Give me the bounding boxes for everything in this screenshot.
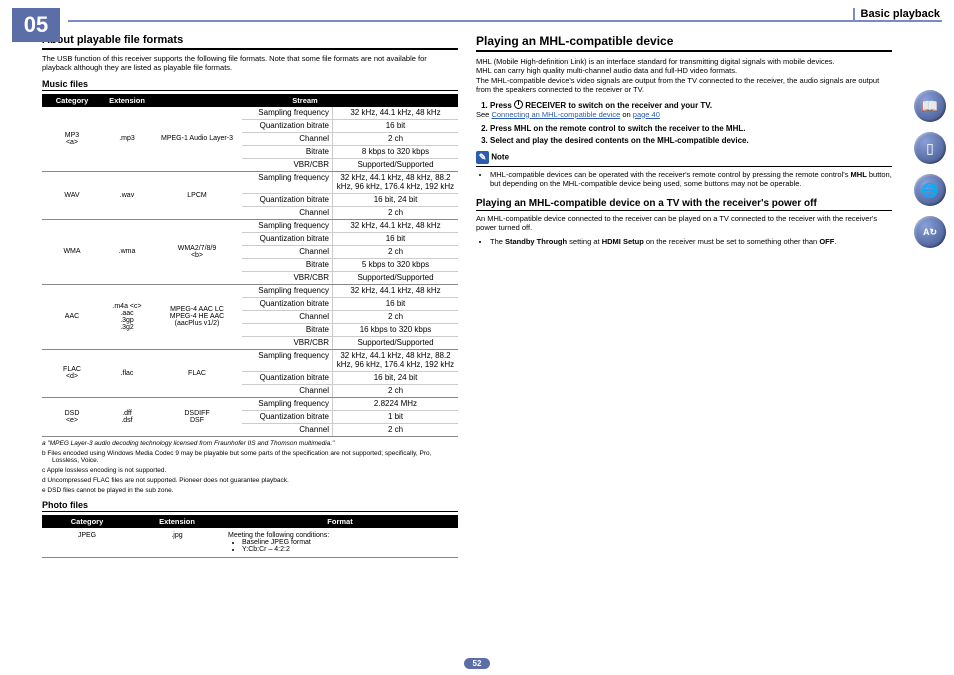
heading-music-files: Music files bbox=[42, 79, 458, 91]
photo-table-row: JPEG .jpg Meeting the following conditio… bbox=[42, 528, 458, 558]
footnotes: a "MPEG Layer-3 audio decoding technolog… bbox=[42, 440, 458, 494]
section-title: Basic playback bbox=[853, 8, 943, 20]
chapter-number: 05 bbox=[12, 8, 60, 42]
globe-icon[interactable]: 🌐 bbox=[914, 174, 946, 206]
heading-about-formats: About playable file formats bbox=[42, 34, 458, 50]
device-icon[interactable]: ▯ bbox=[914, 132, 946, 164]
book-icon[interactable]: 📖 bbox=[914, 90, 946, 122]
heading-mhl: Playing an MHL-compatible device bbox=[476, 34, 892, 52]
step-3: Select and play the desired contents on … bbox=[490, 136, 892, 145]
arc-icon[interactable]: A↻ bbox=[914, 216, 946, 248]
note-bullet: MHL-compatible devices can be operated w… bbox=[490, 170, 892, 188]
note-header: ✎ Note bbox=[476, 151, 892, 167]
heading-photo-files: Photo files bbox=[42, 500, 458, 512]
music-table-header: Category Extension Stream bbox=[42, 94, 458, 107]
photo-table-header: Category Extension Format bbox=[42, 515, 458, 528]
step-1: Press RECEIVER to switch on the receiver… bbox=[490, 100, 892, 119]
link-connecting-mhl[interactable]: Connecting an MHL-compatible device bbox=[491, 110, 620, 119]
sidebar-icons: 📖 ▯ 🌐 A↻ bbox=[914, 90, 946, 248]
power-icon bbox=[514, 100, 523, 109]
standby-bullet: The Standby Through setting at HDMI Setu… bbox=[490, 237, 892, 246]
heading-mhl-power-off: Playing an MHL-compatible device on a TV… bbox=[476, 198, 892, 211]
link-page-40[interactable]: page 40 bbox=[633, 110, 660, 119]
page-number: 52 bbox=[464, 658, 490, 669]
note-icon: ✎ bbox=[476, 151, 489, 164]
intro-text: The USB function of this receiver suppor… bbox=[42, 54, 458, 73]
step-2: Press MHL on the remote control to switc… bbox=[490, 124, 892, 133]
right-column: Playing an MHL-compatible device MHL (Mo… bbox=[476, 34, 892, 654]
left-column: About playable file formats The USB func… bbox=[42, 34, 458, 654]
music-table-body: MP3 <a>.mp3MPEG-1 Audio Layer-3Sampling … bbox=[42, 107, 458, 437]
